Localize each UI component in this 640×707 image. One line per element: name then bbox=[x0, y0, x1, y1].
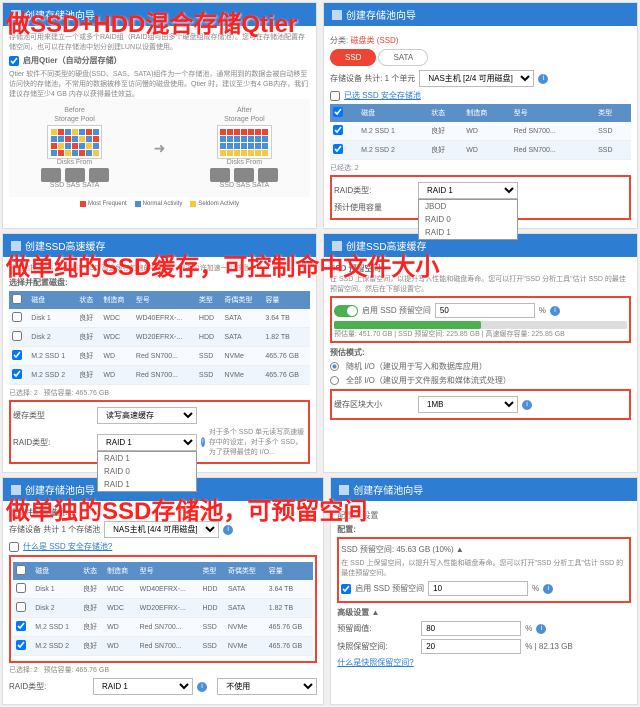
safe-pool-link[interactable]: 已选 SSD 安全存储池 bbox=[344, 90, 421, 101]
op-desc: 在 SSD 上保留空间，以提升写入性能和磁盘寿命。您可以打开"SSD 分析工具"… bbox=[330, 274, 631, 294]
info-icon[interactable]: i bbox=[543, 584, 553, 594]
storage-icon bbox=[332, 10, 342, 20]
table-row: M.2 SSD 1良好WDRed SN700...SSDNVMe465.76 G… bbox=[9, 347, 310, 366]
section-label: 选择并配置磁盘: bbox=[9, 507, 317, 518]
breadcrumb: 分类: 磁盘类 (SSD) bbox=[330, 32, 631, 49]
raid-type-label: RAID类型: bbox=[334, 185, 414, 196]
dd-option[interactable]: RAID 1 bbox=[98, 452, 196, 465]
intro-text: 存储池可用来建立一个或多个RAID组（RAID组可由多个硬盘组成存储池）。您可在… bbox=[9, 32, 310, 52]
section-label: SSD 预留空间: bbox=[330, 263, 631, 274]
info-icon[interactable]: i bbox=[223, 525, 233, 535]
table-row: M.2 SSD 2良好WDRed SN700...SSDNVMe465.76 G… bbox=[13, 637, 313, 656]
section-label: 配置: bbox=[337, 524, 631, 535]
raid-select[interactable]: RAID 1 bbox=[418, 182, 518, 199]
cache-icon bbox=[332, 241, 342, 251]
safe-pool-chk[interactable] bbox=[330, 91, 340, 101]
mode-label: 预估模式: bbox=[330, 347, 631, 358]
legend: Most Frequent Normal Activity Seldom Act… bbox=[9, 201, 310, 207]
info-icon[interactable]: i bbox=[522, 400, 532, 410]
disk-table: 磁盘状态制造商型号类型 M.2 SSD 1良好WDRed SN700...SSD… bbox=[330, 104, 631, 160]
host-select[interactable]: NAS主机 [2/4 可用磁盘] bbox=[419, 70, 534, 87]
arrow-icon: ➜ bbox=[154, 140, 166, 157]
table-row: Disk 1良好WDCWD40EFRX-...HDDSATA3.64 TB bbox=[13, 580, 313, 599]
wizard-header: 创建存储池向导 bbox=[324, 3, 637, 26]
host-select[interactable]: NAS主机 [4/4 可用磁盘] bbox=[104, 521, 219, 538]
capacity-breakdown: 预估量: 451.70 GB | SSD 预留空间: 225.85 GB | 高… bbox=[334, 329, 627, 339]
advanced-toggle[interactable]: 高级设置 ▲ bbox=[337, 607, 631, 618]
info-icon[interactable]: i bbox=[201, 437, 205, 447]
tab-ssd[interactable]: SSD bbox=[330, 49, 376, 66]
dd-option[interactable]: RAID 1 bbox=[419, 226, 517, 239]
dd-option[interactable]: RAID 1 bbox=[98, 478, 196, 491]
disk-table: 磁盘状态制造商型号类型奇偶类型容量 Disk 1良好WDCWD40EFRX-..… bbox=[13, 562, 313, 656]
storage-icon bbox=[339, 485, 349, 495]
qtier-checkbox[interactable] bbox=[9, 56, 19, 66]
storage-icon bbox=[11, 485, 21, 495]
raid-dropdown-list: JBOD RAID 0 RAID 1 bbox=[418, 199, 518, 240]
wizard-header: 创建存储池向导 bbox=[3, 3, 316, 26]
table-row: Disk 2良好WDCWD20EFRX-...HDDSATA1.82 TB bbox=[9, 328, 310, 347]
info-icon[interactable]: i bbox=[538, 74, 548, 84]
snapshot-help-link[interactable]: 什么是快照保留空间? bbox=[337, 657, 413, 668]
op-pct-input[interactable] bbox=[428, 581, 528, 596]
dd-option[interactable]: RAID 0 bbox=[419, 213, 517, 226]
table-row: Disk 1良好WDCWD40EFRX-...HDDSATA3.64 TB bbox=[9, 309, 310, 328]
spare-select[interactable]: 不使用 bbox=[217, 678, 317, 695]
op-checkbox[interactable] bbox=[341, 584, 351, 594]
qtier-diagram: Before Storage Pool Disks From SSD SAS S… bbox=[9, 99, 310, 197]
op-toggle[interactable] bbox=[334, 305, 358, 317]
cache-icon bbox=[11, 241, 21, 251]
section-label: 选择并配置磁盘: bbox=[9, 277, 310, 288]
cache-wizard-header: 创建SSD高速缓存 bbox=[3, 234, 316, 257]
qtier-desc: Qtier 软件不同类型的硬盘(SSD、SAS、SATA)组件为一个存储池，通常… bbox=[9, 69, 310, 99]
storage-icon bbox=[11, 10, 21, 20]
mode-random-radio[interactable] bbox=[330, 362, 339, 371]
info-icon[interactable]: i bbox=[197, 682, 207, 692]
breadcrumb: 配置 > 设置 bbox=[337, 507, 631, 524]
raid-select[interactable]: RAID 1 bbox=[97, 434, 197, 451]
table-row: M.2 SSD 1良好WDRed SN700...SSD bbox=[330, 122, 631, 141]
snapshot-input[interactable] bbox=[421, 639, 521, 654]
unit-count-label: 存储设备 共计: 1 个单元 bbox=[330, 73, 415, 84]
capacity-label: 预计使用容量 bbox=[334, 202, 414, 213]
disk-table: 磁盘状态制造商型号类型奇偶类型容量 Disk 1良好WDCWD40EFRX-..… bbox=[9, 291, 310, 385]
block-size-select[interactable]: 1MB bbox=[418, 396, 518, 413]
dd-option[interactable]: RAID 0 bbox=[98, 465, 196, 478]
mode-all-radio[interactable] bbox=[330, 376, 339, 385]
dd-option[interactable]: JBOD bbox=[419, 200, 517, 213]
safe-pool-link[interactable]: 什么是 SSD 安全存储池? bbox=[23, 541, 112, 552]
op-desc: 在 SSD 上保留空间，以提升写入性能和磁盘寿命。您可以打开"SSD 分析工具"… bbox=[341, 558, 627, 578]
table-row: M.2 SSD 2良好WDRed SN700...SSDNVMe465.76 G… bbox=[9, 366, 310, 385]
raid-dropdown-list: RAID 1 RAID 0 RAID 1 bbox=[97, 451, 197, 492]
cache-type-select[interactable]: 读写高速缓存 bbox=[97, 407, 197, 424]
wizard-header: 创建存储池向导 bbox=[331, 478, 637, 501]
op-pct-input[interactable] bbox=[435, 303, 535, 318]
tab-sata[interactable]: SATA bbox=[378, 49, 428, 66]
table-row: Disk 2良好WDCWD20EFRX-...HDDSATA1.82 TB bbox=[13, 599, 313, 618]
raid-select[interactable]: RAID 1 bbox=[93, 678, 193, 695]
info-icon[interactable]: i bbox=[536, 624, 546, 634]
info-icon[interactable]: i bbox=[550, 306, 560, 316]
safe-pool-chk[interactable] bbox=[9, 542, 19, 552]
op-progress bbox=[334, 321, 627, 329]
table-row: M.2 SSD 2良好WDRed SN700...SSD bbox=[330, 141, 631, 160]
select-all-chk[interactable] bbox=[333, 107, 343, 117]
qtier-label: 启用Qtier（自动分层存储） bbox=[23, 55, 122, 66]
op-summary: SSD 预留空间: 45.63 GB (10%) ▲ bbox=[341, 544, 627, 555]
cache-desc: 只能选择 NAS 中或通过 SSD 高速缓存加速的存储池，需要少许加速一个磁盘。 bbox=[9, 263, 310, 273]
